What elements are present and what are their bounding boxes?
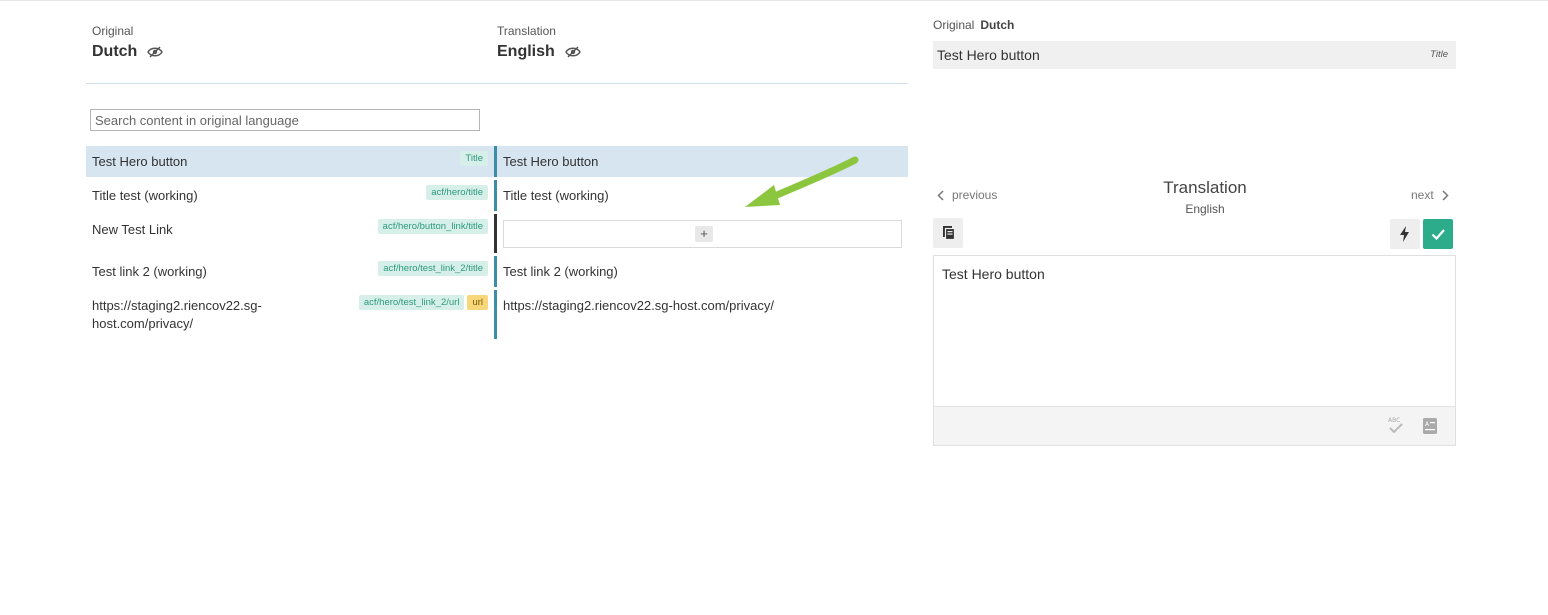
search-input[interactable] — [90, 109, 480, 131]
top-border — [0, 0, 1548, 1]
svg-text:ABC: ABC — [1388, 417, 1400, 424]
empty-translation-box[interactable]: + — [503, 220, 902, 248]
translation-text: Test link 2 (working) — [503, 264, 618, 279]
panel-original-language: Dutch — [980, 18, 1015, 32]
translation-cell[interactable]: https://staging2.riencov22.sg-host.com/p… — [497, 290, 908, 339]
original-caption: Original — [92, 24, 134, 38]
original-text-line: https://staging2.riencov22.sg- — [92, 298, 262, 313]
panel-original-type: Title — [1430, 49, 1448, 60]
spellcheck-icon[interactable]: ABC — [1387, 415, 1405, 435]
original-language-header: Original Dutch — [92, 24, 164, 61]
check-icon — [1431, 229, 1445, 241]
panel-original-box: Test Hero button Title — [933, 41, 1456, 69]
header-divider — [86, 83, 908, 84]
panel-title: Translation — [1163, 178, 1247, 197]
original-text: https://staging2.riencov22.sg- host.com/… — [92, 297, 262, 333]
copy-original-button[interactable] — [933, 218, 963, 248]
field-tag: Title — [460, 151, 488, 166]
original-text: New Test Link — [92, 222, 173, 237]
table-row[interactable]: Test link 2 (working) acf/hero/test_link… — [86, 256, 908, 287]
chevron-left-icon — [937, 189, 944, 201]
field-tag: acf/hero/test_link_2/title — [378, 261, 488, 276]
dictionary-icon[interactable]: A — [1422, 417, 1438, 435]
panel-original-header: Original Dutch — [933, 18, 1014, 32]
original-cell: New Test Link acf/hero/button_link/title — [86, 214, 494, 253]
auto-translate-button[interactable] — [1390, 219, 1420, 249]
save-translation-button[interactable] — [1423, 219, 1453, 249]
eye-slash-icon[interactable] — [564, 46, 581, 58]
original-cell: Title test (working) acf/hero/title — [86, 180, 494, 211]
translation-editor[interactable]: Test Hero button ABC A — [933, 255, 1456, 446]
translation-text: Test Hero button — [503, 154, 599, 169]
translation-language-name: English — [497, 43, 555, 60]
eye-slash-icon[interactable] — [147, 46, 164, 58]
original-text-line: host.com/privacy/ — [92, 316, 194, 331]
field-tag: acf/hero/title — [426, 185, 488, 200]
field-tag: acf/hero/button_link/title — [377, 219, 488, 234]
previous-label: previous — [952, 188, 998, 202]
original-text: Test Hero button — [92, 154, 188, 169]
original-cell: Test Hero button Title — [86, 146, 494, 177]
original-text: Title test (working) — [92, 188, 198, 203]
url-tag: url — [467, 295, 488, 310]
editor-text[interactable]: Test Hero button — [942, 266, 1045, 282]
translation-language-header: Translation English — [497, 24, 581, 61]
copy-icon — [943, 226, 956, 241]
translation-cell[interactable]: + — [497, 214, 908, 253]
original-cell: Test link 2 (working) acf/hero/test_link… — [86, 256, 494, 287]
translation-text: https://staging2.riencov22.sg-host.com/p… — [503, 298, 774, 313]
panel-original-text: Test Hero button — [937, 47, 1040, 63]
previous-button[interactable]: previous — [937, 188, 997, 202]
translation-cell[interactable]: Test link 2 (working) — [497, 256, 908, 287]
translation-caption: Translation — [497, 24, 556, 38]
add-translation-button[interactable]: + — [695, 226, 713, 242]
annotation-arrow-icon — [745, 156, 859, 207]
original-text: Test link 2 (working) — [92, 264, 207, 279]
panel-original-caption: Original — [933, 18, 975, 32]
next-button[interactable]: next — [1411, 188, 1449, 202]
bolt-icon — [1400, 226, 1409, 242]
table-row[interactable]: https://staging2.riencov22.sg- host.com/… — [86, 290, 908, 339]
next-label: next — [1411, 188, 1434, 202]
field-tag: acf/hero/test_link_2/url — [358, 295, 465, 310]
original-language-name: Dutch — [92, 43, 138, 60]
table-row[interactable]: New Test Link acf/hero/button_link/title… — [86, 214, 908, 253]
chevron-right-icon — [1442, 189, 1449, 201]
translation-text: Title test (working) — [503, 188, 609, 203]
panel-subtitle: English — [1185, 202, 1225, 216]
editor-footer: ABC A — [934, 406, 1455, 445]
original-cell: https://staging2.riencov22.sg- host.com/… — [86, 290, 494, 339]
